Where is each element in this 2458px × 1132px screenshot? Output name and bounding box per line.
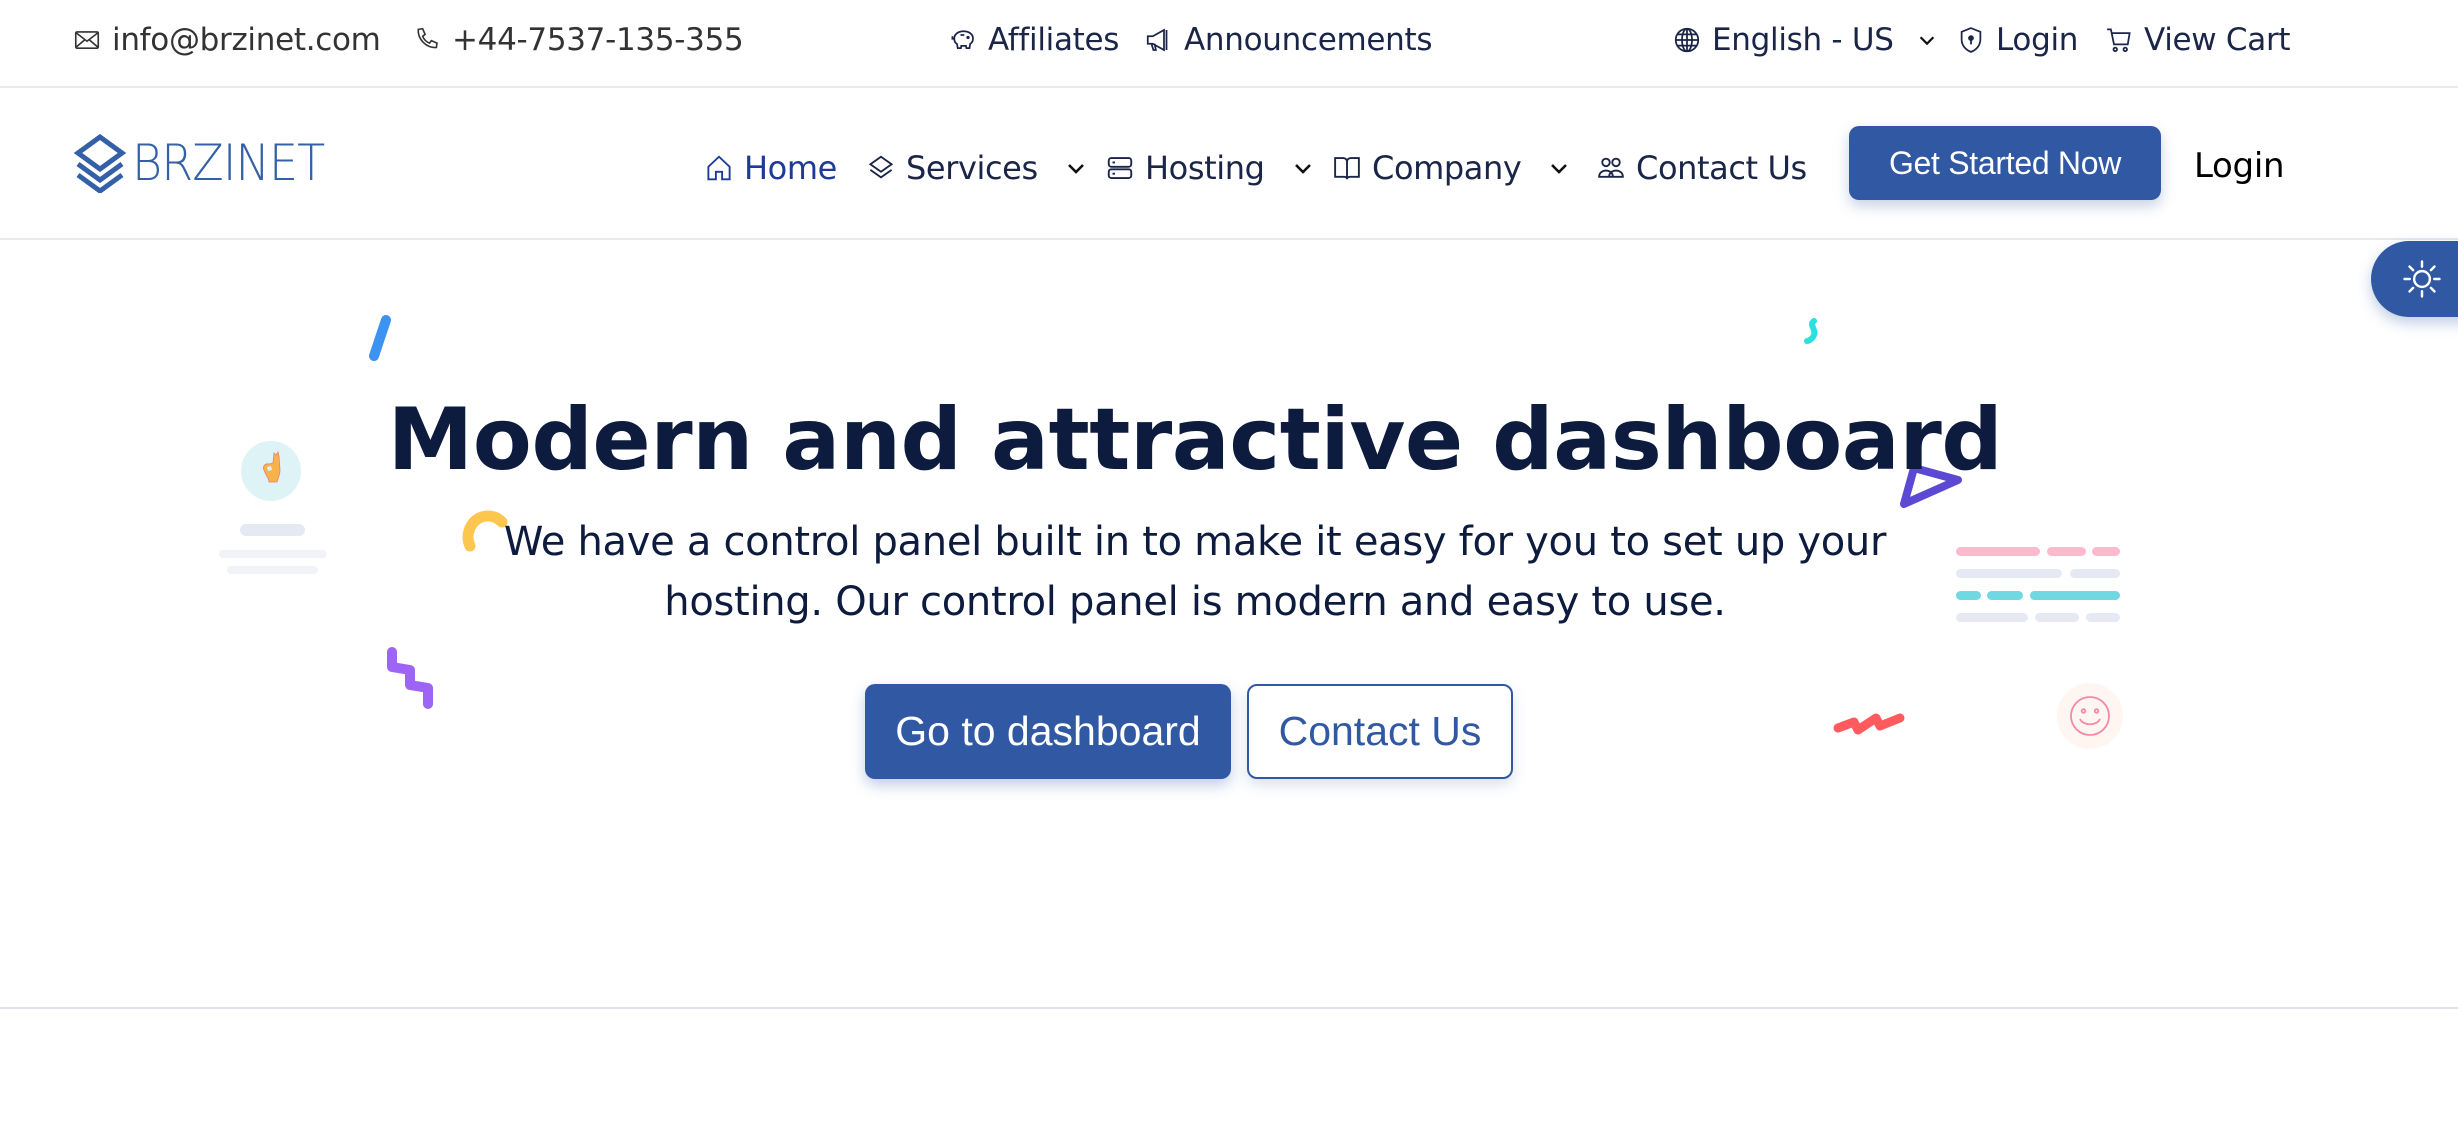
layers-icon — [868, 155, 894, 179]
phone-text: +44-7537-135-355 — [452, 22, 744, 58]
placeholder-line-decoration — [1956, 591, 1981, 600]
chevron-down-icon — [1919, 36, 1934, 46]
globe-icon — [1674, 27, 1700, 53]
nav-hosting[interactable]: Hosting — [1105, 140, 1315, 196]
nav-login-link[interactable]: Login — [2194, 138, 2285, 194]
purple-zigzag-decoration — [387, 647, 433, 709]
nav-company[interactable]: Company — [1332, 140, 1571, 196]
shield-lock-icon — [1960, 27, 1982, 53]
nav-services-label: Services — [906, 149, 1038, 187]
placeholder-line-decoration — [1956, 547, 2040, 556]
placeholder-line-decoration — [2035, 613, 2079, 622]
language-text: English - US — [1712, 22, 1894, 58]
red-zigzag-decoration — [1833, 713, 1905, 735]
main-navbar: BRZINET Home Services Hosting Company Co… — [0, 88, 2458, 240]
server-icon — [1107, 157, 1133, 179]
placeholder-line-decoration — [2047, 547, 2086, 556]
placeholder-line-decoration — [1956, 613, 2028, 622]
go-to-dashboard-button[interactable]: Go to dashboard — [865, 684, 1231, 779]
email-link[interactable]: info@brzinet.com — [72, 0, 381, 80]
view-cart-link[interactable]: View Cart — [2104, 0, 2291, 80]
theme-toggle-button[interactable] — [2371, 241, 2458, 317]
home-icon — [707, 155, 731, 181]
nav-company-label: Company — [1372, 149, 1522, 187]
sun-icon — [2403, 260, 2441, 298]
placeholder-line-decoration — [240, 524, 305, 536]
view-cart-text: View Cart — [2144, 22, 2291, 58]
hero-subtitle: We have a control panel built in to make… — [503, 519, 1887, 625]
megaphone-icon — [1146, 28, 1168, 52]
chevron-down-icon — [1294, 164, 1311, 174]
language-selector[interactable]: English - US — [1672, 0, 1938, 80]
placeholder-line-decoration — [2030, 591, 2120, 600]
placeholder-line-decoration — [1956, 569, 2062, 578]
placeholder-line-decoration — [1987, 591, 2023, 600]
users-icon — [1598, 157, 1624, 178]
cyan-squiggle-decoration — [1804, 318, 1818, 344]
contact-us-button[interactable]: Contact Us — [1247, 684, 1513, 779]
placeholder-line-decoration — [219, 550, 327, 558]
brand-logo[interactable]: BRZINET — [72, 132, 341, 194]
logo-text: BRZINET — [132, 134, 325, 192]
smiley-badge — [2057, 683, 2123, 749]
get-started-button[interactable]: Get Started Now — [1849, 126, 2161, 200]
nav-contact-us[interactable]: Contact Us — [1596, 140, 1807, 196]
affiliates-link[interactable]: Affiliates — [948, 0, 1119, 80]
chevron-down-icon — [1067, 164, 1084, 174]
hero-title: Modern and attractive dashboard — [387, 390, 2003, 490]
topbar-login-text: Login — [1996, 22, 2079, 58]
phone-link[interactable]: +44-7537-135-355 — [412, 0, 744, 80]
blue-dash-decoration — [369, 315, 391, 361]
book-icon — [1334, 157, 1360, 180]
chevron-down-icon — [1551, 164, 1568, 174]
nav-hosting-label: Hosting — [1145, 149, 1265, 187]
piggy-bank-icon — [951, 30, 974, 49]
placeholder-line-decoration — [227, 566, 318, 574]
announcements-link[interactable]: Announcements — [1144, 0, 1433, 80]
envelope-icon — [74, 31, 100, 49]
placeholder-line-decoration — [2086, 613, 2120, 622]
section-divider — [0, 1007, 2458, 1009]
placeholder-line-decoration — [2070, 569, 2120, 578]
nav-services[interactable]: Services — [866, 140, 1088, 196]
email-text: info@brzinet.com — [112, 22, 381, 58]
announcements-text: Announcements — [1184, 22, 1433, 58]
layers-logo-icon — [73, 133, 127, 193]
nav-home-label: Home — [744, 149, 837, 187]
nav-home[interactable]: Home — [704, 140, 837, 196]
top-bar: info@brzinet.com +44-7537-135-355 Affili… — [0, 0, 2458, 88]
topbar-login-link[interactable]: Login — [1956, 0, 2078, 80]
cart-icon — [2107, 28, 2131, 53]
phone-icon — [417, 27, 438, 49]
nav-contact-us-label: Contact Us — [1636, 149, 1807, 187]
placeholder-line-decoration — [2092, 547, 2120, 556]
affiliates-text: Affiliates — [988, 22, 1120, 58]
